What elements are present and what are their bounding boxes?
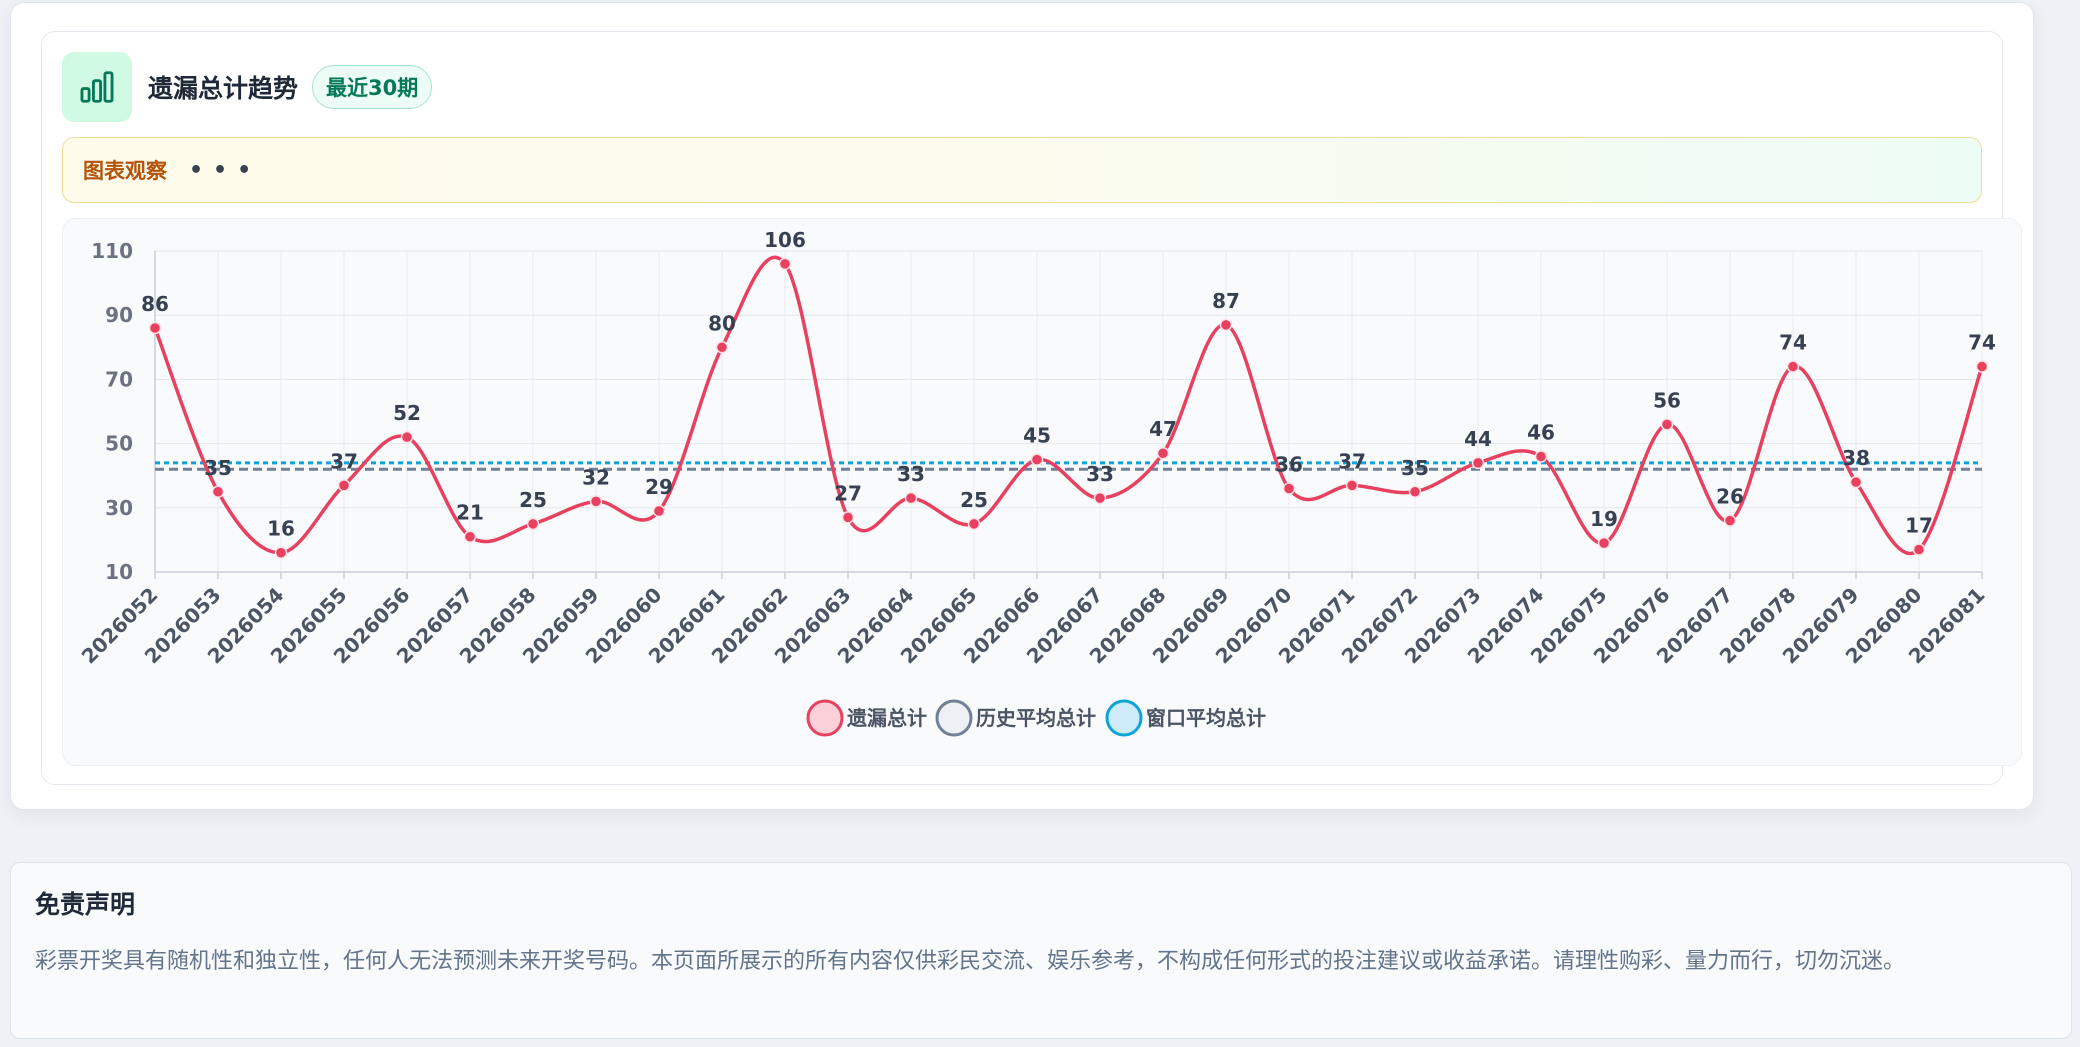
disclaimer-text: 彩票开奖具有随机性和独立性，任何人无法预测未来开奖号码。本页面所展示的所有内容仅… bbox=[35, 949, 1906, 974]
data-label: 25 bbox=[960, 488, 988, 512]
data-point bbox=[1408, 485, 1422, 498]
data-label: 80 bbox=[708, 311, 736, 335]
legend-swatch bbox=[806, 699, 844, 737]
data-point bbox=[1219, 318, 1233, 332]
data-label: 19 bbox=[1590, 507, 1618, 531]
legend-label: 窗口平均总计 bbox=[1146, 706, 1266, 730]
y-tick-label: 50 bbox=[105, 432, 133, 456]
data-label: 27 bbox=[834, 481, 862, 505]
data-point bbox=[1786, 360, 1800, 373]
data-label: 37 bbox=[330, 449, 358, 473]
data-label: 52 bbox=[393, 401, 421, 425]
data-point bbox=[1093, 491, 1107, 505]
data-label: 44 bbox=[1464, 427, 1492, 451]
data-point bbox=[1471, 456, 1485, 470]
data-point bbox=[589, 495, 603, 508]
series-line-yilou-zongji bbox=[153, 255, 1984, 556]
data-label: 56 bbox=[1653, 388, 1681, 412]
data-point bbox=[1660, 418, 1674, 431]
data-point bbox=[1723, 514, 1737, 527]
data-label: 38 bbox=[1842, 446, 1870, 470]
y-tick-label: 30 bbox=[105, 496, 133, 520]
y-tick-label: 90 bbox=[105, 303, 133, 327]
data-label: 17 bbox=[1905, 514, 1933, 538]
legend-label: 历史平均总计 bbox=[976, 706, 1096, 730]
data-point bbox=[1030, 453, 1044, 466]
y-tick-label: 110 bbox=[91, 239, 133, 263]
data-label: 33 bbox=[1086, 462, 1114, 486]
y-tick-label: 70 bbox=[105, 367, 133, 391]
legend-swatch bbox=[1105, 699, 1143, 737]
data-point bbox=[1597, 536, 1611, 550]
data-point bbox=[1345, 479, 1359, 492]
data-point bbox=[1975, 360, 1989, 373]
data-label: 86 bbox=[141, 292, 169, 316]
chart-area: 10 30 50 70 90 110 2026052 2026053 2026054 202605… bbox=[62, 218, 2022, 766]
data-point bbox=[463, 530, 477, 543]
legend-swatch bbox=[935, 699, 973, 737]
data-point bbox=[1534, 450, 1548, 463]
data-label: 106 bbox=[764, 228, 806, 252]
data-point bbox=[715, 341, 729, 354]
data-label: 37 bbox=[1338, 449, 1366, 473]
line-chart: 1030507090110202605220260532026054202605… bbox=[77, 228, 1996, 737]
data-point bbox=[1282, 482, 1296, 495]
data-label: 29 bbox=[645, 475, 673, 499]
chart-card: 遗漏总计趋势 最近30期 图表观察 ••• 10 30 50 70 90 110 20260… bbox=[41, 31, 2022, 785]
trend-panel: 遗漏总计趋势 最近30期 图表观察 ••• 10 30 50 70 90 110 20260… bbox=[10, 2, 2034, 810]
data-point bbox=[904, 491, 918, 505]
data-point bbox=[778, 257, 792, 271]
data-point bbox=[841, 511, 855, 524]
data-label: 35 bbox=[1401, 456, 1429, 480]
data-label: 74 bbox=[1779, 331, 1807, 355]
data-label: 45 bbox=[1023, 424, 1051, 448]
data-label: 16 bbox=[267, 517, 295, 541]
data-label: 32 bbox=[582, 465, 610, 489]
data-point bbox=[148, 321, 162, 335]
disclaimer-panel: 免责声明 彩票开奖具有随机性和独立性，任何人无法预测未来开奖号码。本页面所展示的… bbox=[10, 862, 2072, 1039]
data-point bbox=[967, 517, 981, 531]
data-label: 26 bbox=[1716, 485, 1744, 509]
data-point bbox=[274, 546, 288, 559]
data-point bbox=[652, 504, 666, 518]
data-point bbox=[400, 430, 414, 444]
data-label: 21 bbox=[456, 501, 484, 525]
data-label: 33 bbox=[897, 462, 925, 486]
data-label: 46 bbox=[1527, 420, 1555, 444]
data-point bbox=[337, 479, 351, 492]
data-label: 35 bbox=[204, 456, 232, 480]
data-point bbox=[211, 485, 225, 498]
legend-label: 遗漏总计 bbox=[846, 706, 927, 730]
disclaimer-title: 免责声明 bbox=[35, 890, 136, 919]
data-label: 87 bbox=[1212, 289, 1240, 313]
data-label: 47 bbox=[1149, 417, 1177, 441]
data-point bbox=[1156, 446, 1170, 460]
data-label: 74 bbox=[1968, 331, 1996, 355]
data-label: 25 bbox=[519, 488, 547, 512]
data-point bbox=[526, 517, 540, 531]
data-point bbox=[1849, 475, 1863, 489]
data-label: 36 bbox=[1275, 453, 1303, 477]
y-tick-label: 10 bbox=[105, 560, 133, 584]
data-point bbox=[1912, 543, 1926, 556]
